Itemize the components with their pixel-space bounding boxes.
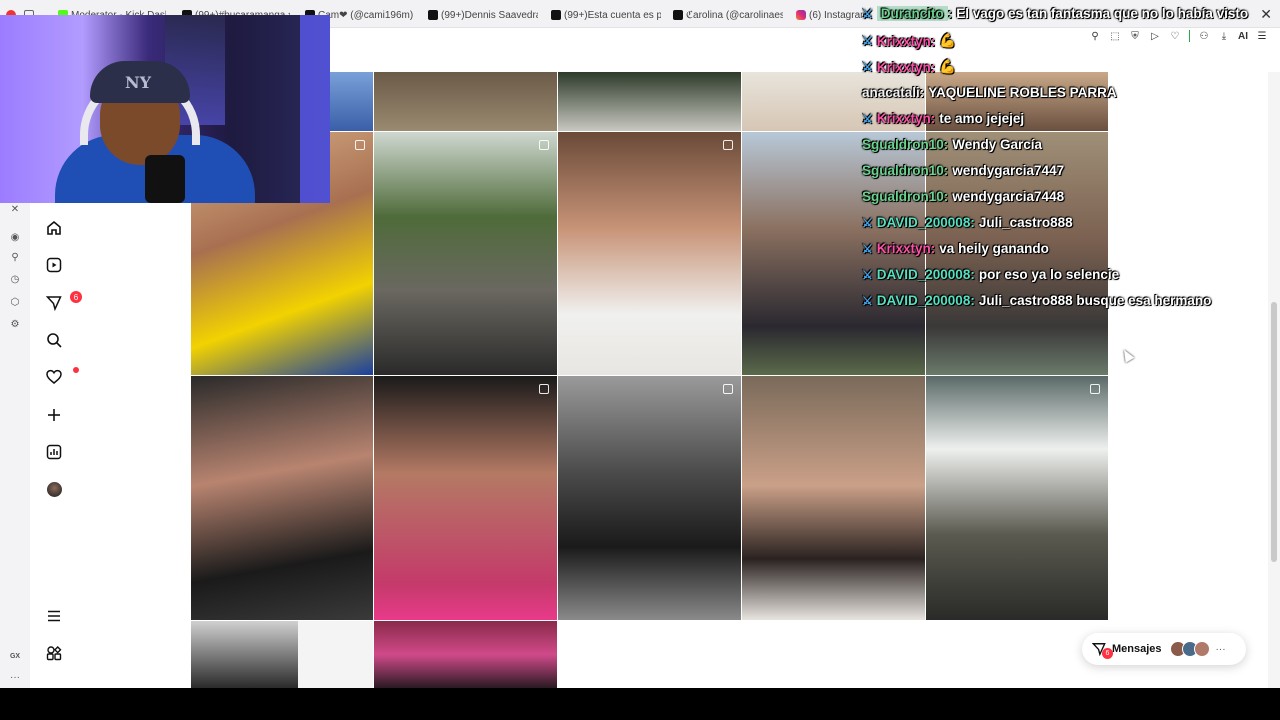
more-avatars-icon: ··· xyxy=(1215,643,1226,655)
home-icon[interactable] xyxy=(44,218,64,238)
gx-control-icon[interactable]: GX xyxy=(9,650,21,662)
notifications-heart-icon[interactable] xyxy=(44,367,79,387)
profile-avatar[interactable] xyxy=(44,479,64,499)
post-thumbnail[interactable] xyxy=(374,621,557,688)
messages-badge: 6 xyxy=(70,291,82,303)
tiktok-icon xyxy=(551,10,561,20)
browser-toolbar: ⚲ ⬚ ⛨ ▷ ♡ ⚇ ⤓ AI ☰ xyxy=(330,28,1280,48)
close-window-icon[interactable]: ✕ xyxy=(1260,6,1272,23)
post-thumbnail[interactable] xyxy=(926,376,1108,620)
menu-icon[interactable]: ☰ xyxy=(1256,30,1268,42)
more-menu-icon[interactable] xyxy=(44,606,64,626)
post-thumbnail[interactable] xyxy=(742,132,925,375)
play-icon[interactable]: ▷ xyxy=(1149,30,1161,42)
direct-messages-icon[interactable]: 6 xyxy=(44,291,82,313)
instagram-icon xyxy=(796,10,806,20)
messages-badge: 6 xyxy=(1102,648,1113,659)
message-avatars xyxy=(1169,641,1210,657)
post-thumbnail[interactable] xyxy=(742,376,925,620)
scrollbar-thumb[interactable] xyxy=(1271,302,1277,562)
more-icon[interactable]: ··· xyxy=(9,671,21,683)
instagram-nav: 6 xyxy=(30,203,82,688)
post-thumbnail[interactable] xyxy=(558,132,741,375)
carousel-icon xyxy=(1090,384,1100,394)
post-thumbnail[interactable] xyxy=(374,72,557,131)
toolbar-divider xyxy=(1189,30,1190,42)
post-thumbnail[interactable] xyxy=(926,132,1108,375)
cap-logo: NY xyxy=(125,73,152,92)
carousel-icon xyxy=(723,384,733,394)
webcam-background xyxy=(300,15,330,203)
shield-icon[interactable]: ⛨ xyxy=(1129,30,1141,42)
history-icon[interactable]: ◷ xyxy=(9,273,21,285)
post-thumbnail[interactable] xyxy=(191,621,298,688)
post-thumbnail[interactable] xyxy=(742,72,925,131)
account-icon[interactable]: ⚇ xyxy=(1198,30,1210,42)
also-from-meta-icon[interactable] xyxy=(44,643,64,663)
tiktok-icon xyxy=(673,10,683,20)
reels-icon[interactable] xyxy=(44,255,64,275)
download-icon[interactable]: ⤓ xyxy=(1218,30,1230,42)
notification-dot xyxy=(73,367,79,373)
post-thumbnail[interactable] xyxy=(298,621,373,688)
carousel-icon xyxy=(355,140,365,150)
carousel-icon xyxy=(723,140,733,150)
heart-icon[interactable]: ♡ xyxy=(1169,30,1181,42)
carousel-icon xyxy=(539,140,549,150)
ai-button[interactable]: AI xyxy=(1238,31,1248,42)
page-scrollbar[interactable] xyxy=(1268,72,1280,688)
tiktok-icon xyxy=(428,10,438,20)
post-thumbnail[interactable] xyxy=(191,376,373,620)
post-thumbnail[interactable] xyxy=(558,376,741,620)
settings-icon[interactable]: ⚙ xyxy=(9,318,21,330)
extensions-icon[interactable]: ⬡ xyxy=(9,296,21,308)
post-thumbnail[interactable] xyxy=(926,72,1108,131)
avatar xyxy=(1193,641,1210,657)
post-thumbnail[interactable] xyxy=(558,72,741,131)
microphone xyxy=(145,155,185,203)
search-icon[interactable] xyxy=(44,330,64,350)
screen-bottom-bar xyxy=(0,688,1280,720)
twitter-icon[interactable]: ✕ xyxy=(9,203,21,215)
player-icon[interactable]: ◉ xyxy=(9,231,21,243)
carousel-icon xyxy=(539,384,549,394)
streamer-webcam: NY xyxy=(0,15,330,203)
messages-button[interactable]: 6 Mensajes ··· xyxy=(1082,633,1246,665)
screen: Moderator - Kick Dashbo (99+)#bucaramang… xyxy=(0,0,1280,688)
tab-instagram[interactable]: (6) Instagram xyxy=(796,6,866,24)
pinboard-icon[interactable]: ⚲ xyxy=(9,251,21,263)
post-thumbnail[interactable] xyxy=(374,376,557,620)
mouse-cursor xyxy=(1119,347,1135,363)
dashboard-icon[interactable] xyxy=(44,442,64,462)
create-icon[interactable] xyxy=(44,405,64,425)
tab-tiktok-3[interactable]: (99+)Dennis Saavedra (@ xyxy=(428,6,538,24)
browser-sidebar: ✕ ◉ ⚲ ◷ ⬡ ⚙ GX ··· xyxy=(0,203,30,688)
carousel-icon xyxy=(907,140,917,150)
pin-icon[interactable]: ⚲ xyxy=(1089,30,1101,42)
tab-tiktok-5[interactable]: ℭаrolina (@carolinaespin xyxy=(673,6,783,24)
messages-label: Mensajes xyxy=(1112,643,1162,655)
post-thumbnail[interactable] xyxy=(374,132,557,375)
snapshot-icon[interactable]: ⬚ xyxy=(1109,30,1121,42)
tab-tiktok-4[interactable]: (99+)Esta cuenta es priv xyxy=(551,6,661,24)
